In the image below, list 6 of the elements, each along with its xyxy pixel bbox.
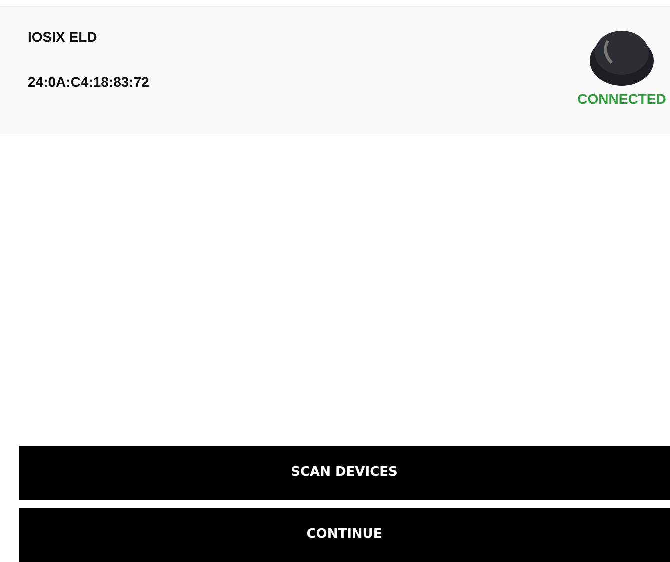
connection-status: CONNECTED	[578, 90, 666, 109]
device-name: IOSIX ELD	[28, 28, 98, 47]
device-card[interactable]: IOSIX ELD 24:0A:C4:18:83:72 CONNECTED	[0, 6, 670, 134]
continue-button[interactable]: CONTINUE	[19, 508, 670, 562]
device-address: 24:0A:C4:18:83:72	[28, 73, 150, 92]
scan-devices-button[interactable]: SCAN DEVICES	[19, 446, 670, 500]
